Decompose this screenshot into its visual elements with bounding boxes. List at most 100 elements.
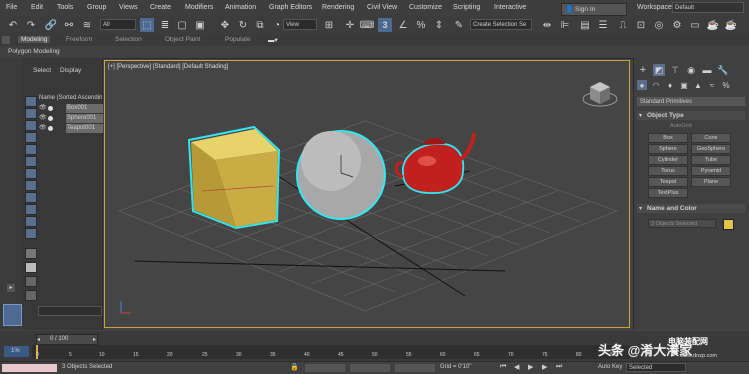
display-spacewarps-icon[interactable] xyxy=(25,192,37,203)
list-item[interactable]: 👁 Teapot001 xyxy=(39,124,103,133)
filter-icon-a[interactable] xyxy=(25,248,37,259)
unlink-icon[interactable]: ⚯ xyxy=(62,18,76,32)
freeze-icon[interactable] xyxy=(48,126,53,131)
spinner-snap-icon[interactable]: ⇕ xyxy=(432,18,446,32)
teapot-button[interactable]: Teapot xyxy=(648,177,688,187)
sphere-button[interactable]: Sphere xyxy=(648,144,688,154)
workspaces-dropdown[interactable]: Default xyxy=(672,2,744,13)
shapes-icon[interactable]: ◠ xyxy=(651,80,661,90)
tube-button[interactable]: Tube xyxy=(691,155,731,165)
helpers-icon[interactable]: ▲ xyxy=(693,80,703,90)
perspective-viewport[interactable]: [+] [Perspective] [Standard] [Default Sh… xyxy=(104,60,630,328)
cone-button[interactable]: Cone xyxy=(691,133,731,143)
align-icon[interactable]: ⊫ xyxy=(558,18,572,32)
tab-freeform[interactable]: Freeform xyxy=(66,36,92,43)
create-tab-icon[interactable]: + xyxy=(637,64,649,76)
tab-selection[interactable]: Selection xyxy=(115,36,142,43)
keyboard-shortcut-icon[interactable]: ⌨ xyxy=(360,18,374,32)
redo-icon[interactable]: ↷ xyxy=(24,18,38,32)
z-coordinate-field[interactable] xyxy=(395,364,435,372)
rendered-frame-icon[interactable]: ▭ xyxy=(688,18,702,32)
tab-populate[interactable]: Populate xyxy=(225,36,251,43)
menu-scripting[interactable]: Scripting xyxy=(453,4,480,11)
display-xrefs-icon[interactable] xyxy=(25,216,37,227)
goto-end-icon[interactable]: ⏭ xyxy=(556,363,562,371)
sphere-object[interactable] xyxy=(296,130,386,220)
pyramid-button[interactable]: Pyramid xyxy=(691,166,731,176)
menu-customize[interactable]: Customize xyxy=(409,4,442,11)
display-groups-icon[interactable] xyxy=(25,204,37,215)
teapot-object[interactable] xyxy=(394,132,476,194)
scale-icon[interactable]: ⧉ xyxy=(253,18,267,32)
mirror-icon[interactable]: ⇹ xyxy=(540,18,554,32)
angle-snap-icon[interactable]: ∠ xyxy=(396,18,410,32)
tab-modeling[interactable]: Modeling xyxy=(18,36,51,43)
filter-funnel-icon[interactable] xyxy=(25,290,37,301)
cameras-icon[interactable]: ▣ xyxy=(679,80,689,90)
explorer-item-box[interactable]: Box001 xyxy=(66,104,103,113)
filter-icon-c[interactable] xyxy=(25,276,37,287)
object-name-field[interactable]: 3 Objects Selected xyxy=(648,219,716,228)
display-none-icon[interactable] xyxy=(25,96,37,107)
x-coordinate-field[interactable] xyxy=(305,364,345,372)
display-lights-icon[interactable] xyxy=(25,156,37,167)
cylinder-button[interactable]: Cylinder xyxy=(648,155,688,165)
edit-named-selection-icon[interactable]: ✎ xyxy=(452,18,466,32)
list-item[interactable]: 👁 Box001 xyxy=(39,104,103,113)
rotate-icon[interactable]: ↻ xyxy=(236,18,250,32)
ribbon-options-icon[interactable]: ▬▾ xyxy=(268,36,278,44)
pivot-icon[interactable]: ⊞ xyxy=(322,18,336,32)
curve-editor-icon[interactable]: ⎍ xyxy=(616,18,630,32)
geometry-icon[interactable]: ● xyxy=(637,80,647,90)
render-production-icon[interactable]: ☕ xyxy=(706,18,720,32)
explorer-tab-display[interactable]: Display xyxy=(60,67,81,74)
next-frame-icon[interactable]: ▸ xyxy=(93,336,96,343)
torus-button[interactable]: Torus xyxy=(648,166,688,176)
modify-tab-icon[interactable]: ◩ xyxy=(653,64,665,76)
percent-snap-icon[interactable]: % xyxy=(414,18,428,32)
display-shapes-icon[interactable] xyxy=(25,144,37,155)
systems-icon[interactable]: % xyxy=(721,80,731,90)
layer-explorer-icon[interactable]: ☰ xyxy=(596,18,610,32)
box-button[interactable]: Box xyxy=(648,133,688,143)
select-manipulate-icon[interactable]: ✛ xyxy=(343,18,357,32)
list-item[interactable]: 👁 Sphere001 xyxy=(39,114,103,123)
select-by-name-icon[interactable]: ≣ xyxy=(158,18,172,32)
menu-animation[interactable]: Animation xyxy=(225,4,256,11)
box-object[interactable] xyxy=(187,125,281,230)
menu-rendering[interactable]: Rendering xyxy=(322,4,354,11)
autogrid-checkbox[interactable]: AutoGrid xyxy=(670,123,692,129)
display-all-icon[interactable] xyxy=(25,108,37,119)
display-tab-icon[interactable]: ▬ xyxy=(701,64,713,76)
menu-views[interactable]: Views xyxy=(119,4,138,11)
key-filter-dropdown[interactable]: Selected xyxy=(626,363,686,372)
geosphere-button[interactable]: GeoSphere xyxy=(691,144,731,154)
display-bones-icon[interactable] xyxy=(25,228,37,239)
bind-spacewarp-icon[interactable]: ≋ xyxy=(80,18,94,32)
goto-start-icon[interactable]: ⏮ xyxy=(500,363,506,371)
select-object-icon[interactable]: ⬚ xyxy=(140,18,154,32)
placement-icon[interactable]: ◔ xyxy=(270,18,284,32)
display-geometry-icon[interactable] xyxy=(25,132,37,143)
scene-explorer-icon[interactable]: ▤ xyxy=(578,18,592,32)
textplus-button[interactable]: TextPlus xyxy=(648,188,688,198)
auto-key-button[interactable]: Auto Key xyxy=(598,364,622,370)
material-editor-icon[interactable]: ◎ xyxy=(652,18,666,32)
schematic-view-icon[interactable]: ⊡ xyxy=(634,18,648,32)
explorer-tab-select[interactable]: Select xyxy=(33,67,51,74)
move-icon[interactable]: ✥ xyxy=(218,18,232,32)
menu-civil-view[interactable]: Civil View xyxy=(367,4,397,11)
undo-icon[interactable]: ↶ xyxy=(6,18,20,32)
sign-in-dropdown[interactable]: 👤 Sign In xyxy=(561,3,627,16)
viewport-layout-icon[interactable] xyxy=(3,304,22,326)
rect-selection-icon[interactable]: ▢ xyxy=(175,18,189,32)
link-icon[interactable]: 🔗 xyxy=(44,18,58,32)
explorer-scrollbar[interactable] xyxy=(38,306,102,316)
menu-modifiers[interactable]: Modifiers xyxy=(185,4,213,11)
y-coordinate-field[interactable] xyxy=(350,364,390,372)
menu-edit[interactable]: Edit xyxy=(31,4,43,11)
object-type-rollout[interactable]: ▾ Object Type xyxy=(637,111,745,120)
next-key-icon[interactable]: ▶ xyxy=(542,363,547,371)
filter-icon-b[interactable] xyxy=(25,262,37,273)
render-setup-icon[interactable]: ⚙ xyxy=(670,18,684,32)
